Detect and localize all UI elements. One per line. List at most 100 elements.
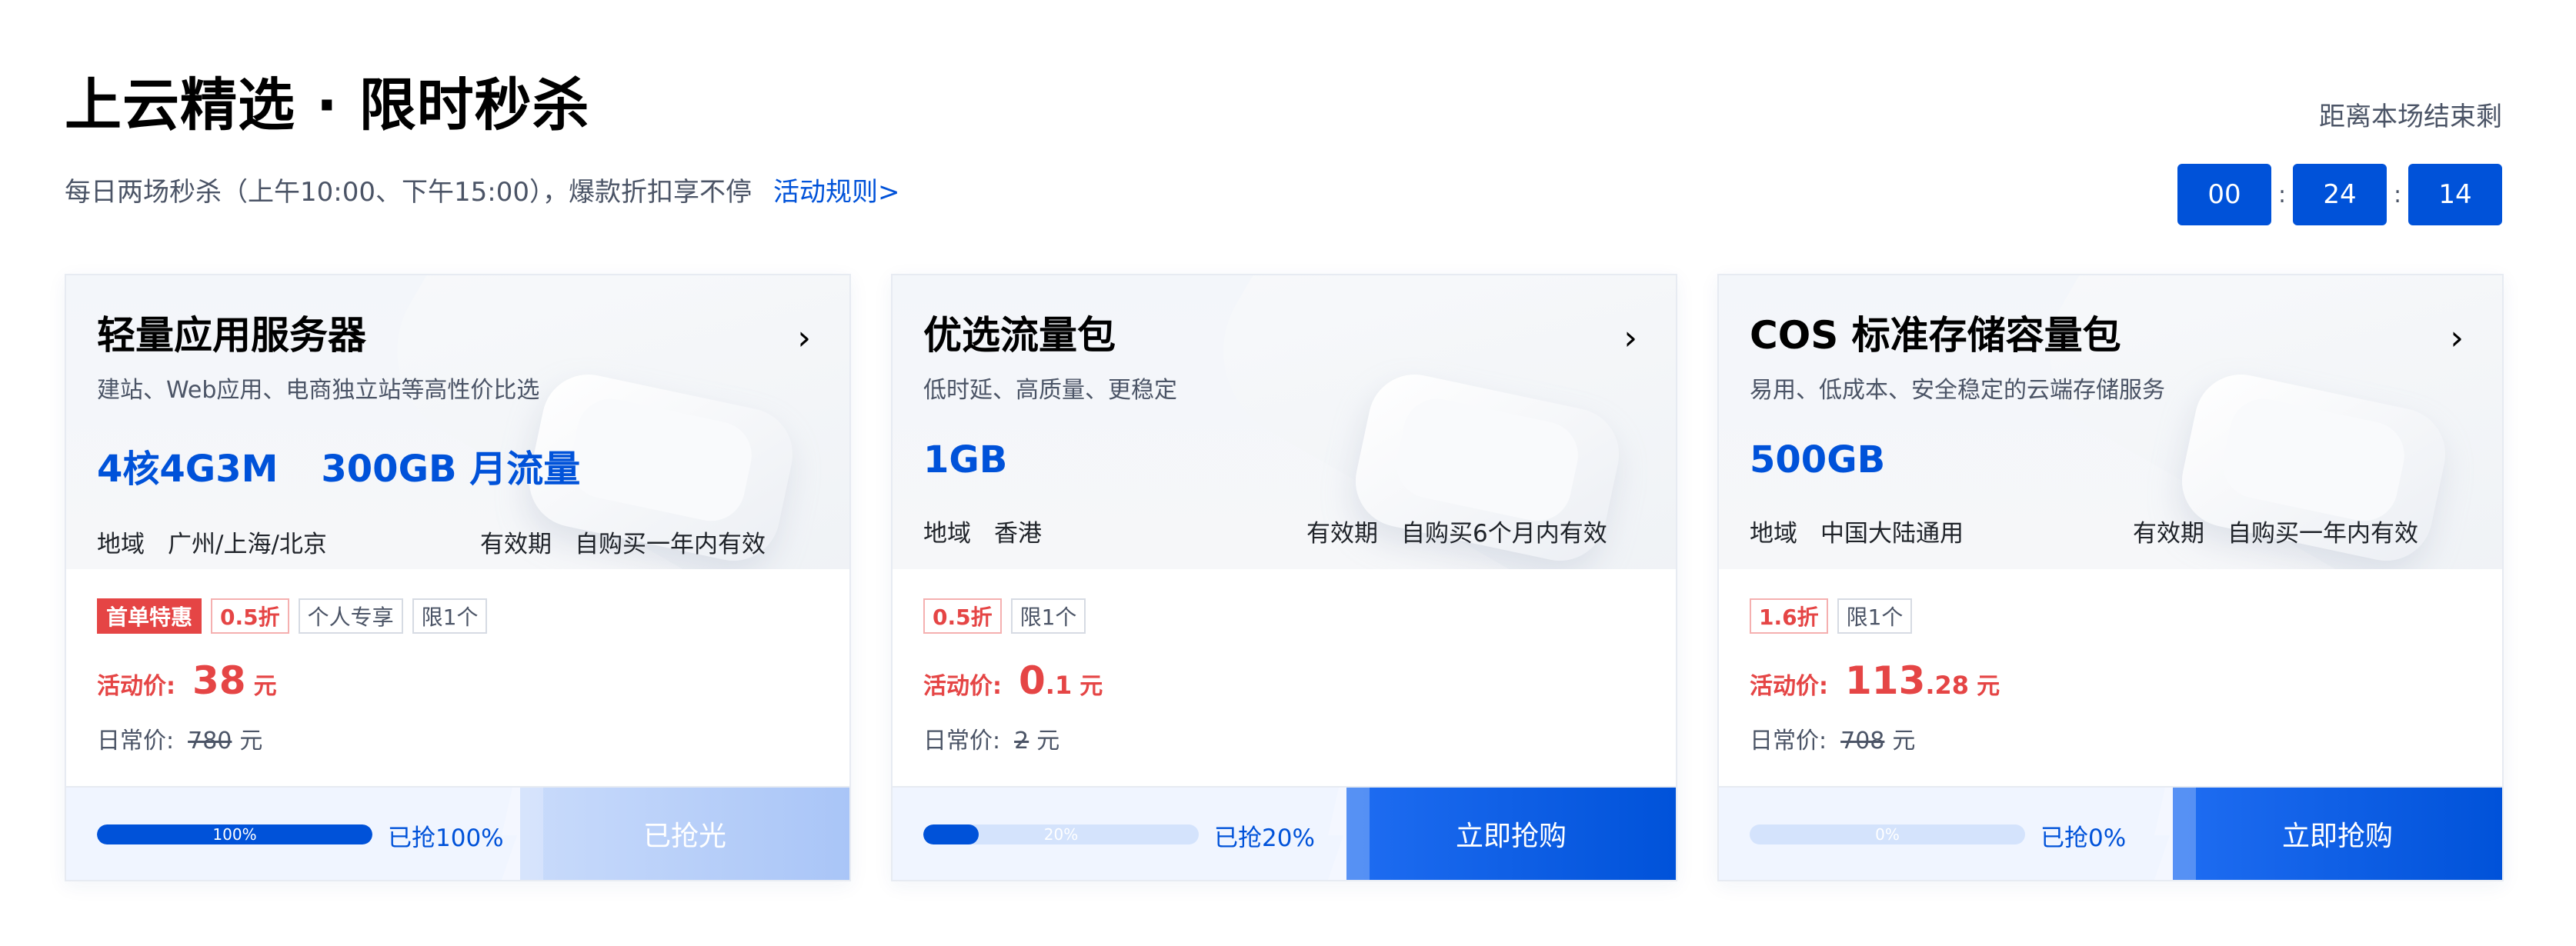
- product-card-traffic[interactable]: 优选流量包 › 低时延、高质量、更稳定 1GB 地域 香港 有效期 自购买6个月内有…: [891, 274, 1677, 881]
- card-spec: 500GB: [1750, 438, 2471, 481]
- region-value: 香港: [994, 520, 1042, 548]
- validity-label: 有效期: [1306, 520, 1378, 548]
- tag-first-order: 首单特惠: [97, 598, 202, 634]
- progress-label: 0%: [1875, 825, 1900, 844]
- card-meta: 地域 中国大陆通用 有效期 自购买一年内有效: [1750, 514, 2471, 548]
- card-spec-capacity: 500GB: [1750, 438, 1886, 481]
- buy-now-button[interactable]: 立即抢购: [1328, 788, 1676, 880]
- activity-price-unit: 元: [1079, 673, 1103, 700]
- button-label: 立即抢购: [1455, 821, 1567, 852]
- bolt-decoration-icon: [1328, 788, 1370, 880]
- sold-out-button[interactable]: 已抢光: [502, 788, 849, 880]
- product-cards: 轻量应用服务器 › 建站、Web应用、电商独立站等高性价比选 4核4G3M 30…: [65, 274, 2504, 881]
- normal-price-unit: 元: [1036, 728, 1060, 754]
- region-value: 中国大陆通用: [1820, 520, 1964, 548]
- card-validity: 有效期 自购买6个月内有效: [1306, 514, 1607, 548]
- validity-value: 自购买6个月内有效: [1401, 520, 1607, 548]
- card-tags: 0.5折 限1个: [923, 598, 1086, 634]
- region-label: 地域: [97, 531, 145, 558]
- chevron-right-icon[interactable]: ›: [797, 318, 811, 358]
- tag-discount: 1.6折: [1750, 598, 1828, 634]
- activity-price-decimal: .1: [1045, 671, 1073, 700]
- tag-limit: 限1个: [412, 598, 488, 634]
- page-header: 上云精选 · 限时秒杀 每日两场秒杀（上午10:00、下午15:00），爆款折扣…: [65, 77, 899, 208]
- activity-price: 活动价: 0 .1 元: [923, 658, 1103, 703]
- card-validity: 有效期 自购买一年内有效: [480, 525, 766, 559]
- normal-price: 日常价: 780 元: [97, 721, 262, 755]
- activity-price-label: 活动价:: [923, 673, 1002, 700]
- page-subtitle-row: 每日两场秒杀（上午10:00、下午15:00），爆款折扣享不停 活动规则>: [65, 171, 899, 208]
- progress-bar: 100%: [97, 824, 372, 844]
- card-description: 易用、低成本、安全稳定的云端存储服务: [1750, 377, 2165, 404]
- product-card-lighthouse[interactable]: 轻量应用服务器 › 建站、Web应用、电商独立站等高性价比选 4核4G3M 30…: [65, 274, 851, 881]
- countdown-label: 距离本场结束剩: [2319, 102, 2502, 132]
- rules-link[interactable]: 活动规则>: [773, 171, 900, 208]
- region-value: 广州/上海/北京: [168, 531, 327, 558]
- validity-label: 有效期: [480, 531, 552, 558]
- normal-price-value: 780: [188, 728, 232, 754]
- card-spec-traffic: 300GB 月流量: [321, 448, 581, 491]
- normal-price-label: 日常价:: [1750, 728, 1827, 754]
- countdown-minutes: 24: [2293, 164, 2387, 225]
- card-title: 优选流量包: [923, 313, 1116, 358]
- card-tags: 1.6折 限1个: [1750, 598, 1913, 634]
- chevron-right-icon[interactable]: ›: [2450, 318, 2464, 358]
- card-spec-config: 4核4G3M: [97, 448, 279, 491]
- activity-price-decimal: .28: [1925, 671, 1970, 700]
- tag-discount: 0.5折: [211, 598, 289, 634]
- chevron-right-icon[interactable]: ›: [1623, 318, 1637, 358]
- card-spec: 4核4G3M 300GB 月流量: [97, 438, 819, 492]
- card-title: COS 标准存储容量包: [1750, 313, 2121, 358]
- countdown-timer: 00 : 24 : 14: [2177, 164, 2502, 225]
- card-content: 轻量应用服务器 › 建站、Web应用、电商独立站等高性价比选 4核4G3M 30…: [97, 312, 819, 558]
- bolt-decoration-icon: [502, 788, 543, 880]
- card-footer: 20% 已抢20% 立即抢购: [893, 786, 1676, 880]
- activity-price-integer: 113: [1845, 658, 1926, 703]
- card-description: 建站、Web应用、电商独立站等高性价比选: [97, 377, 540, 404]
- countdown-separator: :: [2277, 181, 2287, 208]
- activity-price-unit: 元: [253, 673, 277, 700]
- normal-price: 日常价: 2 元: [923, 721, 1059, 755]
- countdown-seconds: 14: [2408, 164, 2502, 225]
- activity-price-integer: 0: [1019, 658, 1046, 703]
- card-spec-capacity: 1GB: [923, 438, 1008, 481]
- countdown-separator: :: [2393, 181, 2402, 208]
- activity-price-integer: 38: [192, 658, 246, 703]
- validity-label: 有效期: [2133, 520, 2204, 548]
- normal-price-unit: 元: [239, 728, 263, 754]
- card-footer: 100% 已抢100% 已抢光: [66, 786, 849, 880]
- tag-discount: 0.5折: [923, 598, 1002, 634]
- activity-price-label: 活动价:: [97, 673, 175, 700]
- card-region: 地域 中国大陆通用: [1750, 514, 1964, 548]
- activity-price: 活动价: 113 .28 元: [1750, 658, 2000, 703]
- normal-price-label: 日常价:: [923, 728, 1001, 754]
- region-label: 地域: [923, 520, 971, 548]
- grabbed-status: 已抢20%: [1214, 824, 1315, 852]
- card-content: COS 标准存储容量包 › 易用、低成本、安全稳定的云端存储服务 500GB 地…: [1750, 312, 2471, 548]
- region-label: 地域: [1750, 520, 1797, 548]
- page-subtitle: 每日两场秒杀（上午10:00、下午15:00），爆款折扣享不停: [65, 177, 752, 208]
- card-footer: 0% 已抢0% 立即抢购: [1719, 786, 2502, 880]
- product-card-cos[interactable]: COS 标准存储容量包 › 易用、低成本、安全稳定的云端存储服务 500GB 地…: [1717, 274, 2504, 881]
- normal-price-value: 708: [1840, 728, 1885, 754]
- tag-limit: 限1个: [1010, 598, 1086, 634]
- activity-price: 活动价: 38 元: [97, 658, 277, 703]
- button-label: 立即抢购: [2281, 821, 2393, 852]
- tag-personal: 个人专享: [298, 598, 403, 634]
- card-region: 地域 香港: [923, 514, 1042, 548]
- normal-price-value: 2: [1014, 728, 1029, 754]
- buy-now-button[interactable]: 立即抢购: [2154, 788, 2502, 880]
- card-spec: 1GB: [923, 438, 1645, 481]
- activity-price-unit: 元: [1977, 673, 2000, 700]
- normal-price-label: 日常价:: [97, 728, 175, 754]
- card-content: 优选流量包 › 低时延、高质量、更稳定 1GB 地域 香港 有效期 自购买6个月内有…: [923, 312, 1645, 548]
- card-title: 轻量应用服务器: [97, 313, 366, 358]
- card-validity: 有效期 自购买一年内有效: [2133, 514, 2418, 548]
- card-region: 地域 广州/上海/北京: [97, 525, 327, 559]
- progress-label: 20%: [1043, 825, 1079, 844]
- activity-price-label: 活动价:: [1750, 673, 1828, 700]
- validity-value: 自购买一年内有效: [575, 531, 766, 558]
- grabbed-status: 已抢100%: [388, 824, 504, 852]
- button-label: 已抢光: [642, 821, 726, 852]
- card-description: 低时延、高质量、更稳定: [923, 377, 1177, 404]
